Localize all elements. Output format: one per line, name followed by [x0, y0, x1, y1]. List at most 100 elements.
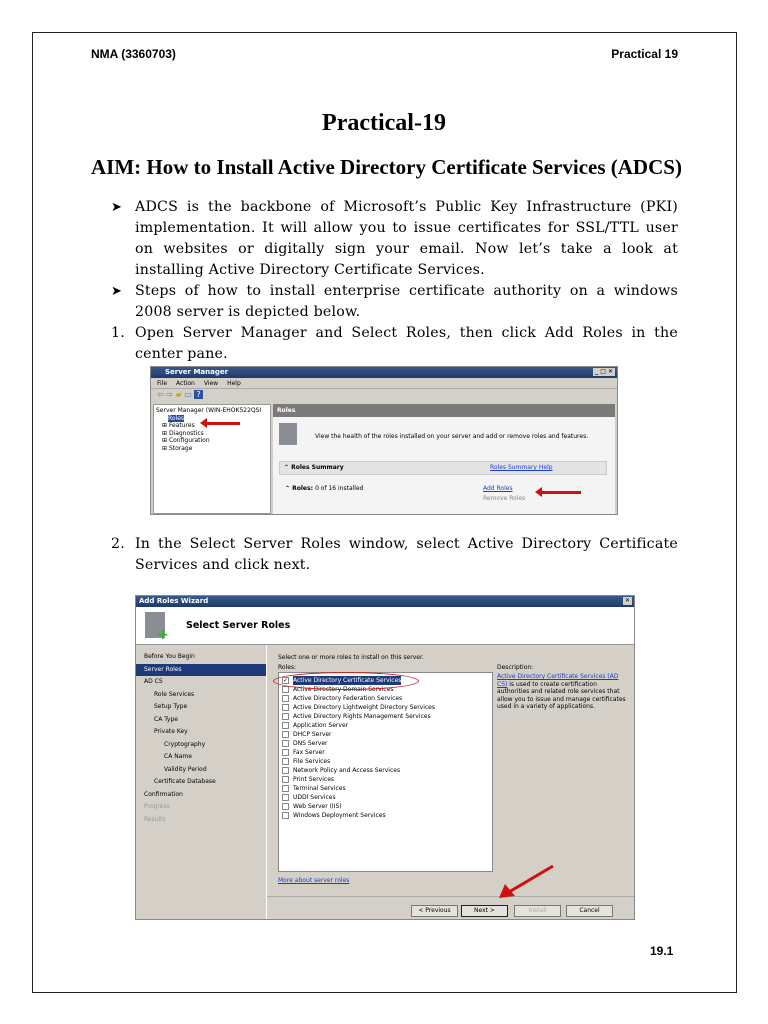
- wizard-heading: Select Server Roles: [186, 620, 291, 631]
- add-icon: +: [157, 627, 169, 643]
- step-ca-name[interactable]: CA Name: [136, 751, 266, 764]
- role-checkbox[interactable]: [282, 776, 289, 783]
- page-number: 19.1: [650, 944, 674, 958]
- role-checkbox[interactable]: [282, 722, 289, 729]
- help-icon[interactable]: ?: [194, 390, 203, 399]
- role-label: Active Directory Rights Management Servi…: [293, 713, 431, 720]
- window-title: Server Manager: [165, 368, 229, 376]
- tree-item-storage[interactable]: Storage: [169, 445, 192, 452]
- step-role-services[interactable]: Role Services: [136, 689, 266, 702]
- console-icon[interactable]: ▭: [184, 390, 192, 399]
- role-item[interactable]: Active Directory Lightweight Directory S…: [282, 703, 489, 712]
- red-arrow-next: [499, 864, 554, 898]
- step-text: In the Select Server Roles window, selec…: [135, 536, 678, 573]
- title-bar: Server Manager _ □ ✕: [151, 367, 617, 378]
- role-item[interactable]: DNS Server: [282, 739, 489, 748]
- step-number: 2.: [111, 536, 125, 552]
- bullet-item: ➤ ADCS is the backbone of Microsoft’s Pub…: [111, 197, 678, 281]
- role-checkbox[interactable]: [282, 803, 289, 810]
- role-checkbox[interactable]: [282, 740, 289, 747]
- role-label: UDDI Services: [293, 794, 336, 801]
- role-label: DNS Server: [293, 740, 328, 747]
- tree-item-features[interactable]: Features: [169, 422, 195, 429]
- remove-roles-link[interactable]: Remove Roles: [483, 495, 525, 502]
- roles-summary-help-link[interactable]: Roles Summary Help: [490, 462, 553, 474]
- tree-item-diagnostics[interactable]: Diagnostics: [169, 430, 204, 437]
- role-checkbox[interactable]: [282, 767, 289, 774]
- role-item[interactable]: Print Services: [282, 775, 489, 784]
- add-roles-wizard-screenshot: Add Roles Wizard ✕ + Select Server Roles …: [135, 595, 635, 920]
- role-item[interactable]: Application Server: [282, 721, 489, 730]
- cancel-button[interactable]: Cancel: [566, 905, 613, 917]
- pane-description: View the health of the roles installed o…: [315, 433, 589, 440]
- summary-label: Roles Summary: [291, 464, 344, 471]
- folder-icon[interactable]: ▰: [176, 390, 182, 399]
- role-label: Web Server (IIS): [293, 803, 342, 810]
- previous-button[interactable]: < Previous: [411, 905, 458, 917]
- step-before-you-begin[interactable]: Before You Begin: [136, 651, 266, 664]
- role-checkbox[interactable]: [282, 758, 289, 765]
- role-checkbox[interactable]: [282, 794, 289, 801]
- toolbar: ⇦ ⇨ ▰ ▭ ?: [151, 389, 617, 401]
- step-ad-cs[interactable]: AD CS: [136, 676, 266, 689]
- role-checkbox[interactable]: [282, 704, 289, 711]
- next-button[interactable]: Next >: [461, 905, 508, 917]
- role-item[interactable]: Fax Server: [282, 748, 489, 757]
- role-label: File Services: [293, 758, 331, 765]
- step-ca-type[interactable]: CA Type: [136, 714, 266, 727]
- tree-root[interactable]: Server Manager (WIN-EHOK522QSI: [156, 407, 268, 415]
- step-validity-period[interactable]: Validity Period: [136, 764, 266, 777]
- red-arrow-roles: [200, 418, 240, 428]
- bullet-text: ADCS is the backbone of Microsoft’s Publ…: [135, 199, 678, 278]
- step-private-key[interactable]: Private Key: [136, 726, 266, 739]
- role-label: Fax Server: [293, 749, 325, 756]
- role-label: Application Server: [293, 722, 349, 729]
- role-item[interactable]: DHCP Server: [282, 730, 489, 739]
- role-item[interactable]: Active Directory Rights Management Servi…: [282, 712, 489, 721]
- role-checkbox[interactable]: [282, 749, 289, 756]
- tree-item-configuration[interactable]: Configuration: [169, 437, 210, 444]
- step-confirmation[interactable]: Confirmation: [136, 789, 266, 802]
- role-checkbox[interactable]: [282, 713, 289, 720]
- role-checkbox[interactable]: [282, 785, 289, 792]
- menu-action[interactable]: Action: [176, 380, 195, 387]
- add-roles-link[interactable]: Add Roles: [483, 485, 513, 492]
- role-label: Network Policy and Access Services: [293, 767, 401, 774]
- install-button[interactable]: Install: [514, 905, 561, 917]
- step-certificate-database[interactable]: Certificate Database: [136, 776, 266, 789]
- role-checkbox[interactable]: [282, 686, 289, 693]
- step-setup-type[interactable]: Setup Type: [136, 701, 266, 714]
- role-item[interactable]: Web Server (IIS): [282, 802, 489, 811]
- role-item[interactable]: File Services: [282, 757, 489, 766]
- forward-icon[interactable]: ⇨: [166, 390, 173, 399]
- role-item[interactable]: Network Policy and Access Services: [282, 766, 489, 775]
- role-item[interactable]: UDDI Services: [282, 793, 489, 802]
- more-about-server-roles-link[interactable]: More about server roles: [278, 877, 349, 884]
- back-icon[interactable]: ⇦: [157, 390, 164, 399]
- tree-pane: Server Manager (WIN-EHOK522QSI Roles ⊞ F…: [153, 404, 271, 514]
- server-icon: [279, 423, 297, 445]
- menu-view[interactable]: View: [204, 380, 218, 387]
- red-highlight-ellipse: [273, 672, 419, 690]
- role-checkbox[interactable]: [282, 731, 289, 738]
- role-label: Windows Deployment Services: [293, 812, 386, 819]
- roles-list: ✓ Active Directory Certificate Services Ac…: [278, 672, 493, 872]
- step-server-roles[interactable]: Server Roles: [136, 663, 266, 676]
- role-label: Terminal Services: [293, 785, 346, 792]
- role-item[interactable]: Windows Deployment Services: [282, 811, 489, 820]
- step-item: 1. Open Server Manager and Select Roles, …: [111, 323, 678, 365]
- wizard-steps: Before You Begin Server Roles AD CS Role…: [136, 645, 266, 826]
- role-item[interactable]: Active Directory Federation Services: [282, 694, 489, 703]
- menu-help[interactable]: Help: [227, 380, 241, 387]
- arrow-bullet-icon: ➤: [111, 200, 123, 215]
- role-checkbox[interactable]: [282, 812, 289, 819]
- close-icon[interactable]: ✕: [622, 597, 632, 605]
- roles-summary-header[interactable]: ⌃ Roles Summary Roles Summary Help: [279, 461, 607, 475]
- menu-file[interactable]: File: [157, 380, 167, 387]
- role-item[interactable]: Terminal Services: [282, 784, 489, 793]
- step-cryptography[interactable]: Cryptography: [136, 739, 266, 752]
- role-checkbox[interactable]: [282, 695, 289, 702]
- tree-item-roles[interactable]: Roles: [168, 414, 185, 422]
- window-controls[interactable]: _ □ ✕: [593, 368, 615, 376]
- pane-title: Roles: [273, 404, 615, 417]
